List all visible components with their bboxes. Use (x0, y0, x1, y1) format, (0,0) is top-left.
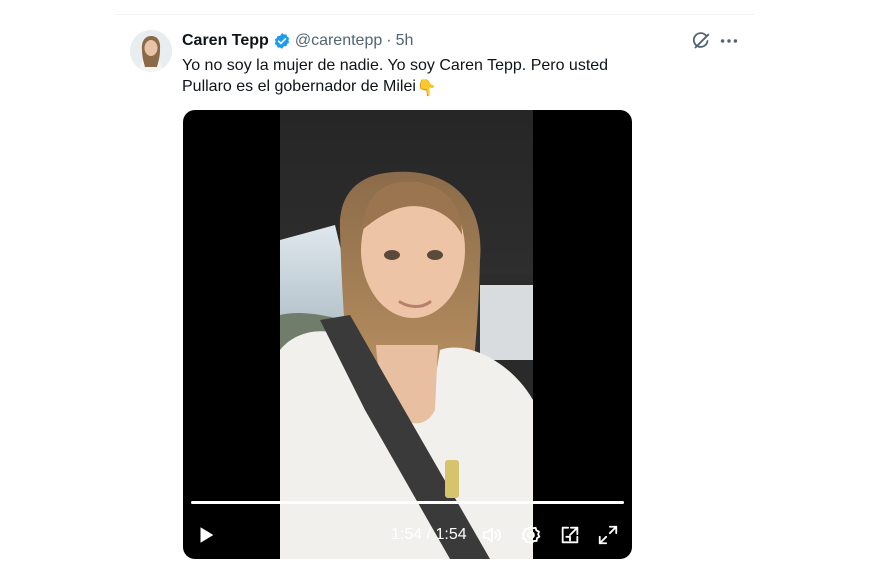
time-separator: / (426, 526, 432, 543)
avatar[interactable] (130, 30, 172, 72)
pointing-down-emoji: 👇 (416, 80, 437, 97)
tweet-text: Yo no soy la mujer de nadie. Yo soy Care… (182, 55, 652, 99)
tweet-text-body: Yo no soy la mujer de nadie. Yo soy Care… (182, 57, 609, 95)
volume-icon[interactable] (481, 524, 503, 546)
time-display: 1:54 / 1:54 (391, 526, 467, 544)
display-name[interactable]: Caren Tepp (182, 32, 269, 50)
grok-icon[interactable] (690, 30, 712, 52)
pip-icon[interactable] (559, 524, 581, 546)
verified-badge-icon (273, 32, 291, 50)
current-time: 1:54 (391, 526, 423, 543)
video-controls: 1:54 / 1:54 (183, 514, 632, 554)
video-frame[interactable] (280, 110, 533, 559)
more-icon[interactable] (718, 30, 740, 52)
progress-bar[interactable] (191, 501, 624, 504)
separator-dot: · (386, 32, 392, 49)
settings-icon[interactable] (520, 524, 542, 546)
handle[interactable]: @carentepp (295, 32, 382, 50)
video-player[interactable]: 1:54 / 1:54 (183, 110, 632, 559)
fullscreen-icon[interactable] (597, 524, 619, 546)
progress-fill (191, 501, 624, 504)
timestamp[interactable]: 5h (396, 32, 414, 50)
top-divider (115, 14, 755, 15)
duration: 1:54 (435, 526, 467, 543)
play-icon[interactable] (195, 524, 217, 546)
